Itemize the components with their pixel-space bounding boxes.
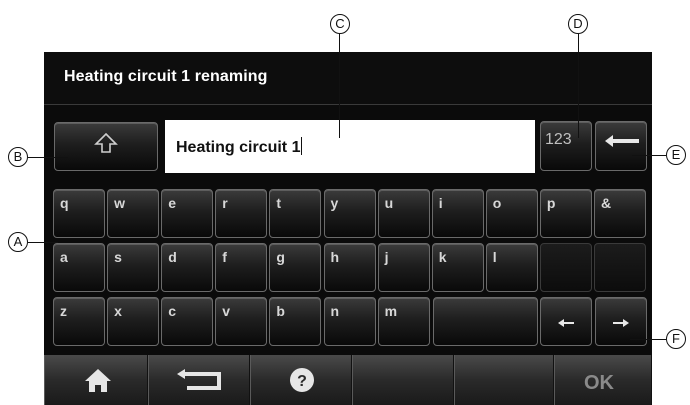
key-p[interactable]: p (539, 189, 592, 238)
key-q[interactable]: q (53, 189, 105, 238)
left-arrow-icon (558, 319, 574, 327)
key-label: d (168, 249, 177, 265)
key-i[interactable]: i (431, 189, 484, 238)
home-icon (85, 369, 111, 392)
ok-label: OK (584, 372, 614, 394)
callout-c: C (330, 14, 350, 34)
back-arrow-icon (177, 369, 221, 390)
key-label: a (60, 249, 68, 265)
nav-empty-slot-1 (352, 355, 454, 405)
key-k[interactable]: k (431, 243, 484, 292)
key-w[interactable]: w (107, 189, 160, 238)
help-button[interactable]: ? (250, 355, 352, 405)
key-label: x (114, 303, 122, 319)
text-input-field[interactable]: Heating circuit 1 (165, 120, 535, 173)
key-label: v (222, 303, 231, 319)
callout-d: D (568, 14, 588, 34)
key-label: c (168, 303, 176, 319)
blank-key (539, 243, 592, 292)
callout-c-line (339, 34, 340, 138)
key-label: z (60, 303, 67, 319)
key-m[interactable]: m (377, 297, 430, 346)
shift-arrow-icon (94, 133, 118, 153)
input-value: Heating circuit 1 (176, 137, 303, 156)
title-divider (44, 104, 652, 105)
back-button[interactable] (148, 355, 250, 405)
key-a[interactable]: a (53, 243, 105, 292)
right-arrow-icon (613, 319, 629, 327)
callout-f: F (666, 329, 686, 349)
home-button[interactable] (44, 355, 148, 405)
callout-b: B (8, 147, 28, 167)
key-label: w (114, 195, 125, 211)
key-label: p (546, 195, 556, 211)
numeric-mode-button[interactable]: 123 (540, 121, 592, 171)
text-cursor (301, 137, 303, 155)
key-label: h (330, 249, 340, 265)
numeric-mode-label: 123 (545, 131, 572, 148)
key-label: k (438, 249, 447, 265)
callout-a-line (28, 242, 58, 243)
help-icon: ? (290, 368, 314, 392)
callout-d-line (578, 34, 579, 138)
key-label: g (276, 249, 285, 265)
key-b[interactable]: b (269, 297, 322, 346)
key-j[interactable]: j (377, 243, 430, 292)
key-label: u (384, 195, 394, 211)
key-label: m (384, 303, 398, 319)
callout-e: E (666, 145, 686, 165)
key-label: e (168, 195, 176, 211)
callout-a: A (8, 232, 28, 252)
key-label: & (601, 195, 612, 211)
key-x[interactable]: x (107, 297, 160, 346)
key-label: y (330, 195, 339, 211)
key-label: r (222, 195, 228, 211)
key-y[interactable]: y (323, 189, 376, 238)
key-c[interactable]: c (161, 297, 214, 346)
key-f[interactable]: f (215, 243, 268, 292)
key-o[interactable]: o (485, 189, 538, 238)
backspace-arrow-icon (605, 135, 639, 147)
backspace-button[interactable] (595, 121, 647, 171)
key-label: i (438, 195, 443, 211)
svg-text:?: ? (297, 373, 307, 390)
key-label: o (492, 195, 502, 211)
key-label: j (384, 249, 389, 265)
key-label: l (492, 249, 497, 265)
key-label: t (276, 195, 282, 211)
key-label: f (222, 249, 227, 265)
blank-key (594, 243, 646, 292)
page-title: Heating circuit 1 renaming (64, 68, 268, 85)
shift-button[interactable] (54, 122, 158, 171)
cursor-left-button[interactable] (540, 297, 592, 346)
nav-empty-slot-2 (454, 355, 554, 405)
key-s[interactable]: s (107, 243, 160, 292)
key-e[interactable]: e (161, 189, 214, 238)
key-v[interactable]: v (215, 297, 268, 346)
key-label: n (330, 303, 340, 319)
key-ampersand[interactable]: & (594, 189, 646, 238)
key-h[interactable]: h (323, 243, 376, 292)
key-r[interactable]: r (215, 189, 268, 238)
callout-b-line (28, 157, 68, 158)
key-d[interactable]: d (161, 243, 214, 292)
callout-e-line (632, 155, 666, 156)
key-z[interactable]: z (53, 297, 105, 346)
key-n[interactable]: n (323, 297, 376, 346)
key-t[interactable]: t (269, 189, 322, 238)
key-label: q (60, 195, 69, 211)
key-label: s (114, 249, 122, 265)
space-key[interactable] (433, 297, 538, 346)
key-label: b (276, 303, 285, 319)
key-g[interactable]: g (269, 243, 322, 292)
key-l[interactable]: l (485, 243, 538, 292)
callout-f-line (630, 339, 666, 340)
key-u[interactable]: u (377, 189, 430, 238)
